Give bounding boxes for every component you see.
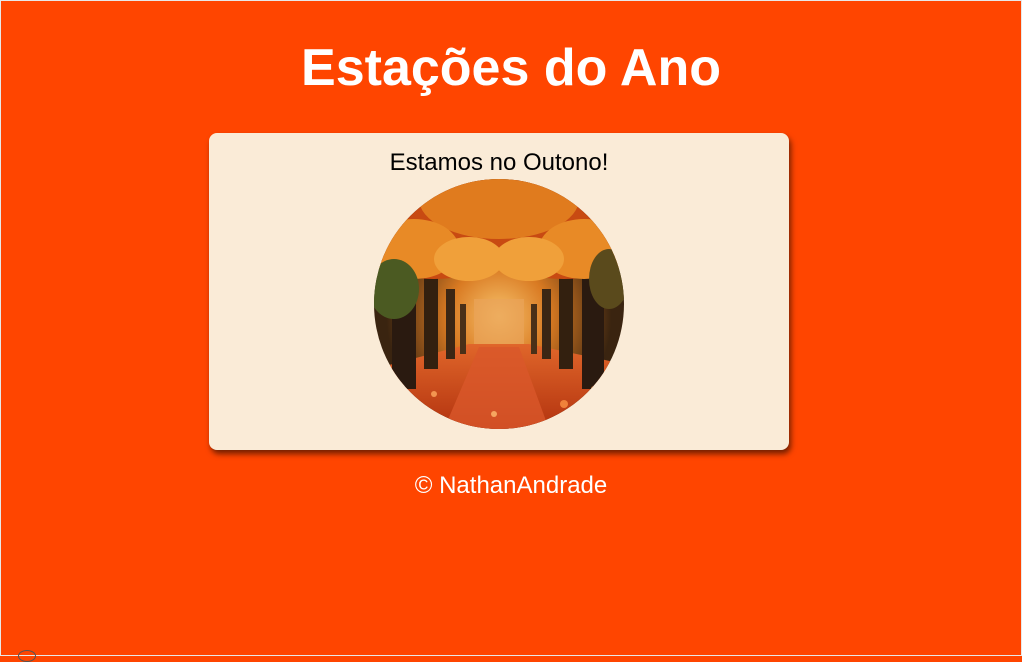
season-message: Estamos no Outono! (389, 149, 609, 176)
autumn-photo (374, 179, 624, 429)
page-title: Estações do Ano (301, 39, 721, 97)
footer-copyright: © NathanAndrade (414, 472, 608, 499)
cursor-icon (18, 650, 36, 662)
autumn-forest-illustration (374, 179, 624, 429)
